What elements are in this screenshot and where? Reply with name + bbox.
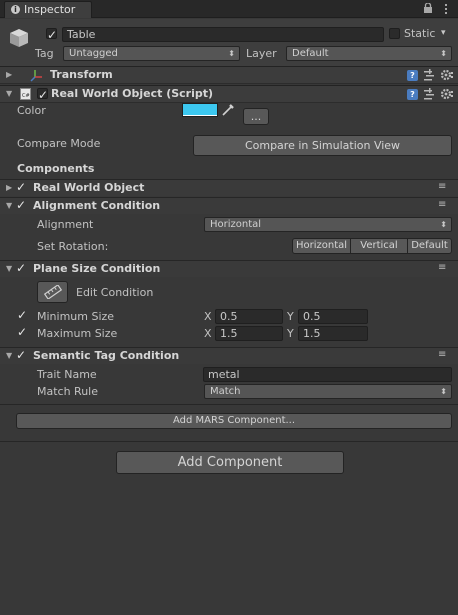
enabled-check-icon[interactable]: ✓ [16,262,26,274]
add-mars-component-button[interactable]: Add MARS Component... [16,413,452,429]
tab-options-icon[interactable] [440,2,452,16]
foldout-arrow-icon[interactable]: ▼ [6,87,12,101]
layer-label: Layer [246,47,277,60]
chevron-down-icon: ⬍ [440,387,447,396]
maximum-x-label: X [204,327,212,340]
rotation-default-button[interactable]: Default [407,238,452,254]
foldout-arrow-icon[interactable]: ▶ [6,181,12,195]
maximum-size-check-icon[interactable]: ✓ [17,326,27,338]
svg-text:C#: C# [22,93,30,99]
match-rule-dropdown[interactable]: Match ⬍ [204,384,452,399]
chevron-down-icon: ⬍ [440,49,447,58]
lock-icon[interactable] [424,2,432,13]
info-icon: i [11,5,20,14]
enabled-check-icon[interactable]: ✓ [16,349,26,361]
color-swatch[interactable] [182,103,218,117]
edit-condition-button[interactable] [37,281,68,303]
help-icon[interactable]: ? [407,70,418,81]
real-world-object-title: Real World Object [33,181,145,194]
alignment-dropdown[interactable]: Horizontal ⬍ [204,217,452,232]
match-rule-label: Match Rule [37,385,99,398]
rotation-vertical-button[interactable]: Vertical [350,238,408,254]
chevron-down-icon: ⬍ [440,220,447,229]
plane-size-condition-header[interactable]: ▼ ✓ Plane Size Condition ≡ [0,260,458,277]
tag-dropdown[interactable]: Untagged ⬍ [63,46,240,61]
real-world-object-header[interactable]: ▶ ✓ Real World Object ≡ [0,179,458,196]
plane-size-condition-title: Plane Size Condition [33,262,161,275]
foldout-arrow-icon[interactable]: ▶ [6,68,12,82]
trait-name-label: Trait Name [37,368,97,381]
foldout-arrow-icon[interactable]: ▼ [6,199,12,213]
component-menu-icon[interactable]: ≡ [438,199,446,211]
maximum-x-field[interactable]: 1.5 [215,326,283,341]
chevron-down-icon: ⬍ [228,49,235,58]
gear-icon[interactable] [440,69,454,81]
color-label: Color [17,104,46,117]
minimum-size-check-icon[interactable]: ✓ [17,309,27,321]
components-heading: Components [17,162,95,175]
component-menu-icon[interactable]: ≡ [438,349,446,361]
add-component-button[interactable]: Add Component [116,451,344,474]
layer-dropdown[interactable]: Default ⬍ [286,46,452,61]
preset-icon[interactable] [423,88,435,100]
compare-mode-label: Compare Mode [17,137,101,150]
section-divider [0,441,458,442]
trait-name-field[interactable]: metal [203,367,452,382]
section-divider [0,404,458,405]
static-label: Static [404,27,436,40]
foldout-arrow-icon[interactable]: ▼ [6,349,12,363]
real-world-object-script-header[interactable]: ▼ C# ✓ Real World Object (Script) ? [0,85,458,103]
enabled-check-icon[interactable]: ✓ [16,199,26,211]
minimum-size-label: Minimum Size [37,310,115,323]
compare-in-simulation-view-button[interactable]: Compare in Simulation View [193,135,452,156]
inspector-tab[interactable]: i Inspector [4,1,92,18]
minimum-x-field[interactable]: 0.5 [215,309,283,324]
eyedropper-icon[interactable] [221,103,235,117]
minimum-y-label: Y [287,310,294,323]
inspector-tab-label: Inspector [24,3,76,16]
transform-axes-icon [29,68,43,82]
gameobject-cube-icon [8,27,30,49]
alignment-condition-header[interactable]: ▼ ✓ Alignment Condition ≡ [0,197,458,214]
semantic-tag-condition-title: Semantic Tag Condition [33,349,180,362]
help-icon[interactable]: ? [407,89,418,100]
set-rotation-label: Set Rotation: [37,240,109,253]
foldout-arrow-icon[interactable]: ▼ [6,262,12,276]
maximum-y-label: Y [287,327,294,340]
object-name-field[interactable]: Table [62,27,384,42]
active-checkbox[interactable]: ✓ [46,28,57,41]
maximum-size-label: Maximum Size [37,327,118,340]
color-picker-button[interactable]: ... [243,108,269,125]
real-world-object-script-title: Real World Object (Script) [51,87,214,100]
preset-icon[interactable] [423,69,435,81]
semantic-tag-condition-header[interactable]: ▼ ✓ Semantic Tag Condition ≡ [0,347,458,364]
minimum-x-label: X [204,310,212,323]
static-dropdown-arrow-icon[interactable]: ▾ [441,28,446,38]
alignment-label: Alignment [37,218,94,231]
gear-icon[interactable] [440,88,454,100]
ruler-icon [43,284,63,300]
script-file-icon: C# [20,88,31,100]
minimum-y-field[interactable]: 0.5 [298,309,368,324]
maximum-y-field[interactable]: 1.5 [298,326,368,341]
rotation-horizontal-button[interactable]: Horizontal [292,238,351,254]
edit-condition-label: Edit Condition [76,286,154,299]
transform-title: Transform [50,68,113,81]
tag-label: Tag [35,47,54,60]
component-enabled-checkbox[interactable]: ✓ [37,88,48,101]
component-menu-icon[interactable]: ≡ [438,262,446,274]
component-menu-icon[interactable]: ≡ [438,181,446,193]
transform-header[interactable]: ▶ Transform ? [0,66,458,84]
static-checkbox[interactable] [389,28,400,39]
enabled-check-icon[interactable]: ✓ [16,181,26,193]
alignment-condition-title: Alignment Condition [33,199,161,212]
color-swatch-fill [183,104,217,115]
